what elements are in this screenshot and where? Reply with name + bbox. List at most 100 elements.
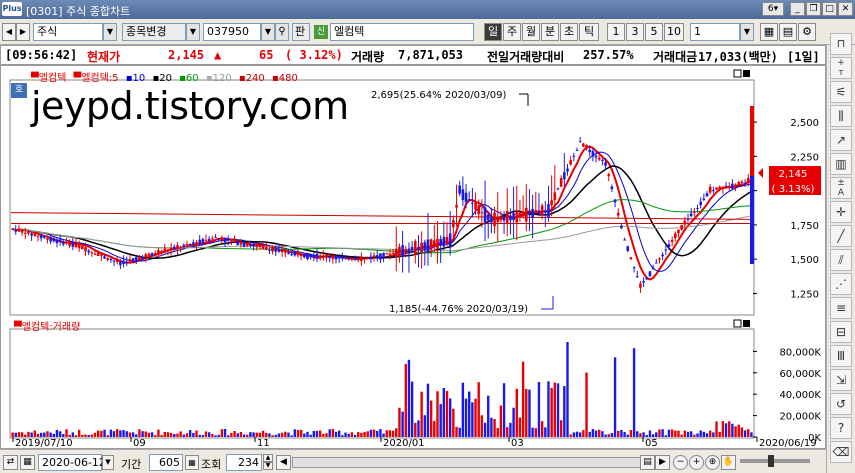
hand-icon[interactable]: ✋ <box>721 455 736 470</box>
zoom-fit-icon[interactable]: ⊕ <box>705 455 720 470</box>
change-stock-button[interactable]: 종목변경 <box>122 23 186 41</box>
vol-panel-maximize-icon[interactable] <box>743 320 750 327</box>
period-day-button[interactable]: 일 <box>484 23 502 41</box>
auto-icon[interactable]: ± A <box>830 177 852 199</box>
candle-body <box>344 256 347 258</box>
tool-icon[interactable]: + ᴛ <box>830 57 852 79</box>
multiplier-select[interactable]: 1 <box>690 23 740 41</box>
volume-bar <box>296 429 300 437</box>
minimize-icon[interactable]: _ <box>790 2 805 16</box>
date-dropdown-icon[interactable]: ▼ <box>102 455 114 470</box>
stock-code-input[interactable]: 037950 <box>203 23 261 41</box>
change-dropdown-icon[interactable]: ▼ <box>186 23 200 41</box>
zoom-up-icon[interactable]: ▲ <box>263 454 273 462</box>
prev-icon[interactable]: ◀ <box>2 23 16 41</box>
price-tick-label: 2,500 <box>790 118 819 129</box>
multiplier-dropdown-icon[interactable]: ▼ <box>740 23 754 41</box>
restore-icon[interactable]: ❐ <box>806 2 821 16</box>
next-icon[interactable]: ▶ <box>16 23 30 41</box>
close-icon[interactable]: ✕ <box>838 2 853 16</box>
search-view-icon[interactable]: ▦ <box>185 455 199 470</box>
screen-number[interactable]: 6▾ <box>762 2 784 16</box>
zoom-out-icon[interactable]: − <box>673 455 688 470</box>
volume-bar <box>331 429 335 437</box>
volume-bar <box>737 424 740 437</box>
code-dropdown-icon[interactable]: ▼ <box>261 23 275 41</box>
calendar-icon[interactable]: ▦ <box>20 455 35 470</box>
text-tool-icon[interactable]: Ⅲ <box>830 345 852 367</box>
period-tick-button[interactable]: 틱 <box>579 23 599 41</box>
volume-bar <box>604 434 607 437</box>
line-tool-icon[interactable]: ╱ <box>830 225 852 247</box>
volume-bar <box>661 429 664 437</box>
zoom-down-icon[interactable]: ▼ <box>263 462 273 470</box>
vol-legend-label: 엘컴텍:거래량 <box>21 322 81 333</box>
legend-ma10: 10 <box>132 73 146 84</box>
help-icon[interactable]: ? <box>830 417 852 439</box>
candle-icon[interactable]: ⫼ <box>830 105 852 127</box>
scroll-thumb[interactable]: ▤ <box>640 455 655 470</box>
volume-bar <box>693 434 696 437</box>
candle-body <box>410 246 414 251</box>
toggle-icon[interactable]: ⇄ <box>3 455 18 470</box>
volume-legend: ▀엘컴텍:거래량 <box>14 318 80 333</box>
chart-area[interactable]: 2,5002,2502,0001,7501,5001,250 80,000K60… <box>0 65 826 449</box>
search-icon[interactable]: ⚲ <box>275 23 289 41</box>
span-10-button[interactable]: 10 <box>664 23 684 41</box>
volume-bar <box>553 382 557 437</box>
period-week-button[interactable]: 주 <box>503 23 521 41</box>
volume-bar <box>109 429 113 437</box>
grid-view-icon[interactable]: ▦ <box>760 23 778 41</box>
channel-icon[interactable]: ⊟ <box>830 321 852 343</box>
panel-minimize-icon[interactable] <box>733 69 742 78</box>
market-select[interactable]: 주식 <box>33 23 103 41</box>
chart-type-icon[interactable]: ⚟ <box>830 81 852 103</box>
pan-button[interactable]: 판 <box>292 23 310 41</box>
size-slider-thumb[interactable] <box>768 455 774 467</box>
candle-body <box>566 168 569 172</box>
period-minute-button[interactable]: 분 <box>541 23 559 41</box>
candle-body <box>153 253 157 255</box>
volume-bar <box>52 433 56 437</box>
scrollbar-track[interactable] <box>292 457 654 468</box>
candle-body <box>509 215 512 221</box>
candle-body <box>299 254 303 257</box>
span-3-button[interactable]: 3 <box>626 23 644 41</box>
arrow-tool-icon[interactable]: ⇲ <box>830 369 852 391</box>
candle-body <box>398 246 401 257</box>
settings-icon[interactable]: ⚙ <box>798 23 816 41</box>
period-month-button[interactable]: 월 <box>522 23 540 41</box>
span-1-button[interactable]: 1 <box>607 23 625 41</box>
bar-chart-icon[interactable]: ▥ <box>830 153 852 175</box>
volume-bar <box>658 429 661 437</box>
pin-icon[interactable]: ⊓ <box>830 33 852 55</box>
fibonacci-icon[interactable]: ≡ <box>830 297 852 319</box>
zoom-input[interactable]: 234 <box>226 454 262 471</box>
zoom-in-icon[interactable]: + <box>689 455 704 470</box>
period-count-input[interactable]: 605 <box>149 454 183 471</box>
market-dropdown-icon[interactable]: ▼ <box>103 23 117 41</box>
span-5-button[interactable]: 5 <box>645 23 663 41</box>
vol-panel-minimize-icon[interactable] <box>733 319 742 328</box>
print-icon[interactable]: ▤ <box>779 23 797 41</box>
parallel-line-icon[interactable]: ⫽ <box>830 249 852 271</box>
panel-maximize-icon[interactable] <box>743 70 750 77</box>
volume-bar <box>420 391 423 437</box>
date-input[interactable]: 2020-06-12 <box>38 454 106 471</box>
fan-line-icon[interactable]: ⋰ <box>830 273 852 295</box>
legend-stock-name: 엘컴텍 <box>38 73 67 84</box>
delete-icon[interactable]: ⌫ <box>830 441 852 463</box>
period-second-button[interactable]: 초 <box>560 23 578 41</box>
candle-body <box>746 177 750 184</box>
legend-ma5: 엘컴텍:5 <box>81 73 119 84</box>
hoga-button[interactable]: 호 <box>11 83 27 98</box>
undo-icon[interactable]: ↺ <box>830 393 852 415</box>
crosshair-icon[interactable]: ✛ <box>830 201 852 223</box>
trend-icon[interactable]: ↗ <box>830 129 852 151</box>
maximize-icon[interactable]: □ <box>822 2 837 16</box>
volume-bar <box>58 431 62 437</box>
size-slider-track[interactable] <box>740 459 810 463</box>
candle-body <box>242 241 246 247</box>
scroll-right-icon[interactable]: ▶ <box>655 455 670 470</box>
scroll-left-icon[interactable]: ◀ <box>276 455 291 470</box>
